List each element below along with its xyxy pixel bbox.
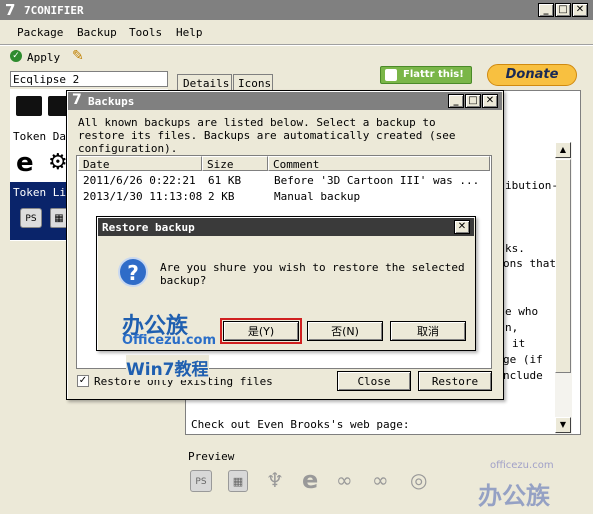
question-icon: ? xyxy=(118,257,148,287)
column-header-comment-label: Comment xyxy=(273,158,320,171)
toolbar-separator xyxy=(0,44,593,46)
flattr-icon xyxy=(385,69,397,81)
details-text-fragment: nclude xyxy=(503,369,543,382)
photoshop-icon: PS xyxy=(190,470,212,492)
details-text-fragment: ks. xyxy=(505,242,525,255)
backups-logo-icon: 7 xyxy=(72,92,82,108)
restore-dialog-title-bar: Restore backup ✕ xyxy=(98,218,474,236)
tab-icons[interactable]: Icons xyxy=(233,74,273,90)
restore-dialog-message-line2: backup? xyxy=(160,274,207,287)
main-title-bar: 7 7CONIFIER _ □ ✕ xyxy=(0,0,593,20)
menu-backup[interactable]: Backup xyxy=(77,26,117,39)
cancel-button[interactable]: 取消 xyxy=(390,321,466,341)
menu-tools[interactable]: Tools xyxy=(129,26,162,39)
no-button[interactable]: 否(N) xyxy=(307,321,383,341)
menu-help[interactable]: Help xyxy=(176,26,203,39)
column-header-size[interactable]: Size xyxy=(202,156,268,171)
preview-label: Preview xyxy=(188,450,235,463)
minimize-button[interactable]: _ xyxy=(538,3,554,17)
infinity-icon: ∞ xyxy=(372,468,389,492)
check-icon: ✓ xyxy=(10,50,22,62)
donate-button[interactable]: Donate xyxy=(487,64,577,86)
package-field-value: Ecqlipse 2 xyxy=(13,73,80,86)
scroll-down-arrow[interactable]: ▼ xyxy=(555,417,571,433)
scroll-up-arrow[interactable]: ▲ xyxy=(555,142,571,158)
app-title: 7CONIFIER xyxy=(24,4,84,17)
restore-button[interactable]: Restore xyxy=(418,371,492,391)
watermark-win7: Win7教程 xyxy=(126,355,209,380)
pencil-icon[interactable]: ✎ xyxy=(72,48,84,64)
calculator-icon: ▦ xyxy=(228,470,248,492)
plug-icon: ♆ xyxy=(266,468,284,492)
token-light-label: Token Li xyxy=(13,186,66,199)
app-logo-icon: 7 xyxy=(5,1,16,19)
close-button[interactable]: ✕ xyxy=(572,3,588,17)
row-comment: Manual backup xyxy=(274,190,361,203)
watermark-site: Officezu.com xyxy=(122,333,217,348)
ie-icon: e xyxy=(16,148,34,178)
details-text-fragment: ge (if xyxy=(503,353,543,366)
backups-title-bar: 7 Backups _ □ ✕ xyxy=(68,92,502,110)
ie-icon: e xyxy=(302,466,319,494)
details-text-fragment: n, xyxy=(505,321,519,334)
flattr-label: Flattr this! xyxy=(403,69,464,80)
details-text-fragment: ons that xyxy=(503,257,556,270)
column-header-date-label: Date xyxy=(83,158,110,171)
folder-icon xyxy=(16,96,42,116)
backups-description: All known backups are listed below. Sele… xyxy=(78,116,456,155)
column-header-date[interactable]: Date xyxy=(78,156,202,171)
tab-icons-label: Icons xyxy=(238,77,272,90)
restore-dialog-title: Restore backup xyxy=(102,221,195,234)
yes-button[interactable]: 是(Y) xyxy=(223,321,299,341)
gear-icon: ⚙ xyxy=(48,150,68,175)
donate-label: Donate xyxy=(505,67,559,82)
table-row[interactable]: 2013/1/30 11:13:08 2 KB Manual backup xyxy=(78,188,490,204)
watermark-site: officezu.com xyxy=(490,460,554,471)
details-text-fragment: ibution- xyxy=(505,179,558,192)
token-dark-label: Token Dar xyxy=(13,130,73,143)
row-date: 2011/6/26 0:22:21 xyxy=(83,174,196,187)
watermark-brand: 办公族 xyxy=(478,482,550,510)
flattr-button[interactable]: Flattr this! xyxy=(380,66,472,84)
column-header-size-label: Size xyxy=(207,158,234,171)
tab-details[interactable]: Details xyxy=(177,74,232,90)
details-text-fragment: e who xyxy=(505,305,539,318)
restore-dialog-message-line1: Are you shure you wish to restore the se… xyxy=(160,261,465,274)
tab-details-label: Details xyxy=(183,77,230,90)
photoshop-icon: PS xyxy=(20,208,42,228)
apply-button[interactable]: ✓ Apply xyxy=(10,48,62,66)
restore-dialog-close-button[interactable]: ✕ xyxy=(454,220,470,234)
apply-label: Apply xyxy=(27,51,61,64)
maximize-button[interactable]: □ xyxy=(555,3,571,17)
close-backups-button[interactable]: Close xyxy=(337,371,411,391)
table-row[interactable]: 2011/6/26 0:22:21 61 KB Before '3D Carto… xyxy=(78,172,490,188)
row-size: 61 KB xyxy=(208,174,242,187)
credits-line: Check out Even Brooks's web page: xyxy=(191,418,410,431)
menu-package[interactable]: Package xyxy=(17,26,63,39)
backups-minimize-button[interactable]: _ xyxy=(448,94,464,108)
row-comment: Before '3D Cartoon III' was ... xyxy=(274,174,480,187)
row-size: 2 KB xyxy=(208,190,235,203)
backups-maximize-button[interactable]: □ xyxy=(465,94,481,108)
row-date: 2013/1/30 11:13:08 xyxy=(83,190,203,203)
column-header-comment[interactable]: Comment xyxy=(268,156,490,171)
package-field[interactable]: Ecqlipse 2 xyxy=(10,71,168,87)
restore-existing-checkbox[interactable]: ✓ xyxy=(77,375,89,387)
backups-close-button[interactable]: ✕ xyxy=(482,94,498,108)
backups-title: Backups xyxy=(88,95,135,108)
cd-icon: ◎ xyxy=(410,468,428,492)
link-icon: ∞ xyxy=(336,468,353,492)
details-text-fragment: it xyxy=(512,337,526,350)
